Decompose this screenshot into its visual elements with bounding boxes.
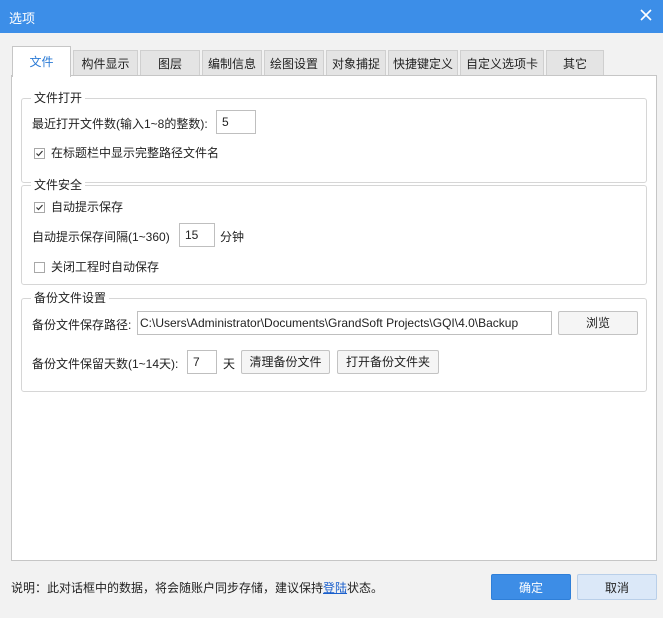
tab-label: 自定义选项卡 — [465, 57, 538, 71]
tab-label: 图层 — [157, 57, 182, 71]
tab-layers[interactable]: 图层 — [140, 50, 200, 76]
tab-other[interactable]: 其它 — [546, 50, 604, 76]
sync-note: 说明：此对话框中的数据，将会随账户同步存储，建议保持登陆状态。 — [11, 579, 383, 596]
tab-label: 绘图设置 — [269, 57, 318, 71]
autosave-on-close-label[interactable]: 关闭工程时自动保存 — [51, 259, 159, 275]
tab-label: 其它 — [562, 57, 587, 71]
recent-count-input[interactable]: 5 — [216, 110, 256, 134]
tab-component-display[interactable]: 构件显示 — [73, 50, 138, 76]
tab-compile-info[interactable]: 编制信息 — [202, 50, 262, 76]
group-title: 文件打开 — [31, 91, 86, 106]
login-link[interactable]: 登陆 — [323, 581, 347, 595]
group-title: 文件安全 — [31, 178, 86, 193]
open-backup-folder-button[interactable]: 打开备份文件夹 — [337, 350, 439, 374]
cancel-button[interactable]: 取消 — [577, 574, 657, 600]
show-full-path-checkbox[interactable] — [34, 148, 45, 159]
browse-button[interactable]: 浏览 — [558, 311, 638, 335]
backup-days-input[interactable]: 7 — [187, 350, 217, 374]
group-backup-settings: 备份文件设置 备份文件保存路径: C:\Users\Administrator\… — [21, 291, 647, 392]
window-title: 选项 — [9, 11, 36, 26]
backup-days-label: 备份文件保留天数(1~14天): — [32, 357, 179, 371]
recent-count-label: 最近打开文件数(输入1~8的整数): — [32, 117, 208, 131]
tab-shortcut-keys[interactable]: 快捷键定义 — [388, 50, 458, 76]
auto-prompt-save-checkbox[interactable] — [34, 202, 45, 213]
tab-drawing-settings[interactable]: 绘图设置 — [264, 50, 324, 76]
tab-custom-tabs[interactable]: 自定义选项卡 — [460, 50, 544, 76]
tab-label: 编制信息 — [207, 57, 256, 71]
sync-note-suffix: 状态。 — [347, 581, 384, 595]
clean-backup-button[interactable]: 清理备份文件 — [241, 350, 330, 374]
save-interval-label: 自动提示保存间隔(1~360) — [32, 230, 170, 244]
tab-file[interactable]: 文件 — [12, 46, 71, 77]
auto-prompt-save-label[interactable]: 自动提示保存 — [51, 199, 123, 215]
tab-label: 快捷键定义 — [392, 57, 453, 71]
group-file-safety: 文件安全 自动提示保存 自动提示保存间隔(1~360) 15 分钟 关闭工程时自… — [21, 178, 647, 285]
sync-note-text: 说明：此对话框中的数据，将会随账户同步存储，建议保持 — [11, 581, 324, 595]
autosave-on-close-checkbox[interactable] — [34, 262, 45, 273]
title-bar: 选项 — [0, 0, 663, 33]
save-interval-input[interactable]: 15 — [179, 223, 215, 247]
tab-label: 文件 — [29, 55, 54, 69]
ok-button[interactable]: 确定 — [491, 574, 571, 600]
tab-label: 对象捕捉 — [331, 57, 380, 71]
group-file-open: 文件打开 最近打开文件数(输入1~8的整数): 5 在标题栏中显示完整路径文件名 — [21, 91, 647, 183]
backup-days-unit: 天 — [223, 357, 236, 371]
tab-panel-file: 文件打开 最近打开文件数(输入1~8的整数): 5 在标题栏中显示完整路径文件名… — [11, 75, 657, 561]
save-interval-unit: 分钟 — [220, 230, 245, 244]
group-title: 备份文件设置 — [31, 291, 110, 306]
show-full-path-label[interactable]: 在标题栏中显示完整路径文件名 — [51, 145, 219, 161]
backup-path-input[interactable]: C:\Users\Administrator\Documents\GrandSo… — [137, 311, 552, 335]
tab-object-snap[interactable]: 对象捕捉 — [326, 50, 386, 76]
close-icon[interactable] — [637, 6, 655, 24]
backup-path-label: 备份文件保存路径: — [32, 318, 132, 332]
tab-label: 构件显示 — [81, 57, 130, 71]
